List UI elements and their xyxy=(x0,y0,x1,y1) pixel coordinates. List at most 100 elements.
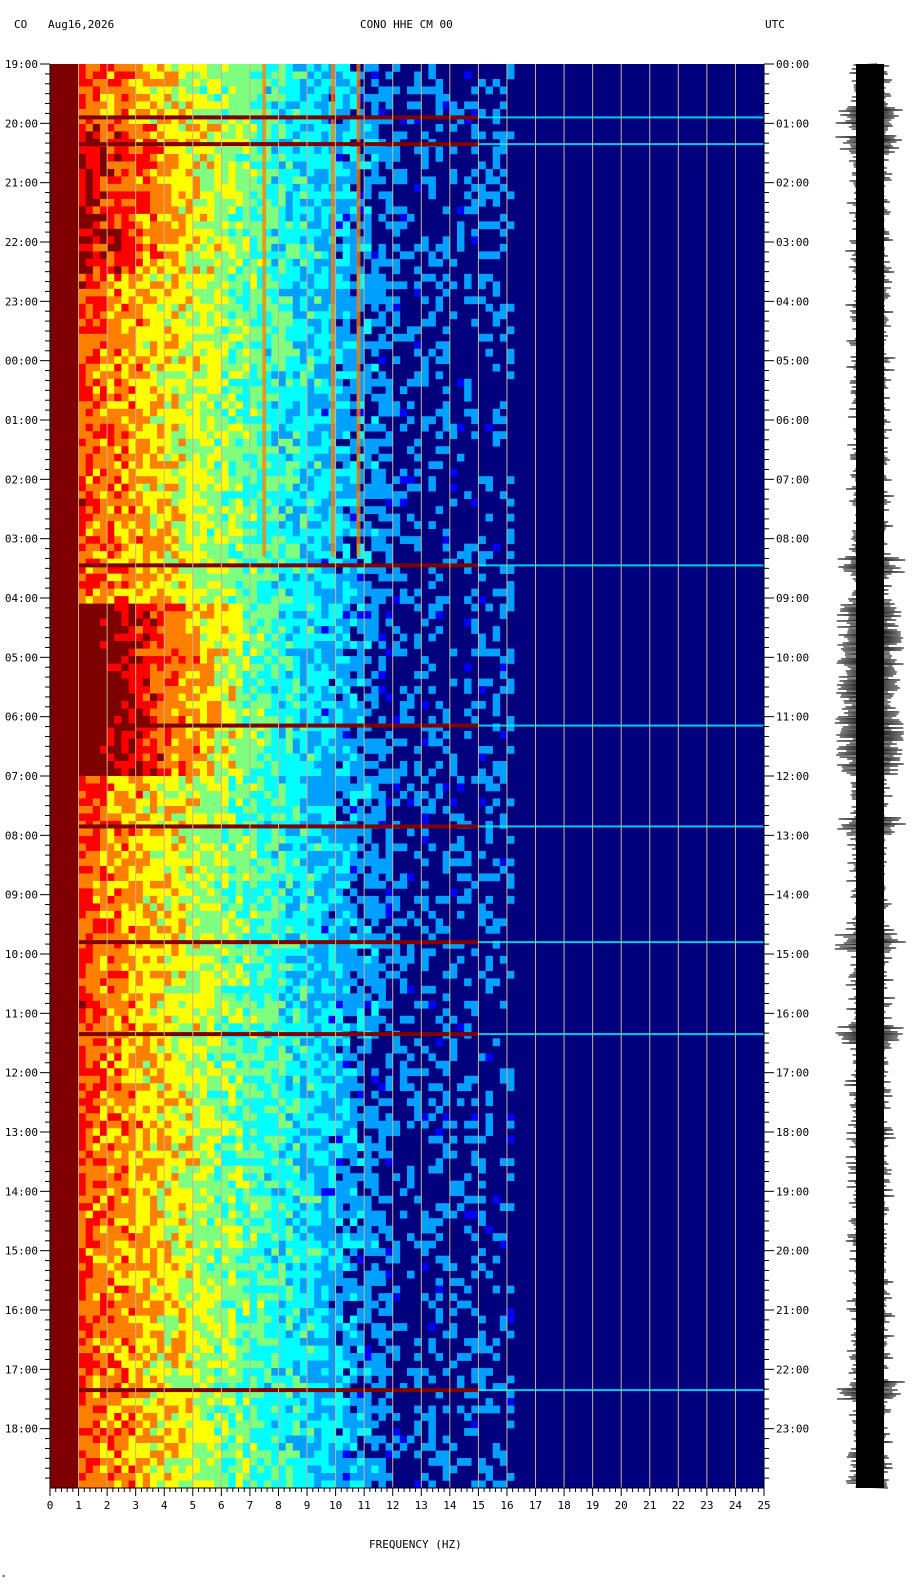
spectrogram-cell xyxy=(192,648,201,657)
spectrogram-cell xyxy=(142,408,151,417)
spectrogram-cell xyxy=(50,701,58,709)
spectrogram-cell xyxy=(342,453,351,462)
spectrogram-cell xyxy=(314,416,322,425)
spectrogram-cell xyxy=(99,371,108,380)
spectrogram-cell xyxy=(92,341,101,350)
spectrogram-cell xyxy=(135,251,144,260)
spectrogram-cell xyxy=(199,491,208,499)
spectrogram-cell xyxy=(171,378,179,387)
spectrogram-cell xyxy=(185,446,194,455)
spectrogram-cell xyxy=(492,701,501,709)
spectrogram-cell xyxy=(235,798,244,807)
spectrogram-cell xyxy=(171,131,179,140)
spectrogram-cell xyxy=(92,386,101,395)
spectrogram-cell xyxy=(292,498,301,507)
spectrogram-cell xyxy=(64,206,72,215)
spectrogram-cell xyxy=(199,123,208,132)
spectrogram-cell xyxy=(449,281,458,290)
spectrogram-cell xyxy=(214,401,222,410)
spectrogram-cell xyxy=(142,596,151,604)
spectrogram-cell xyxy=(314,506,322,514)
spectrogram-cell xyxy=(314,408,322,417)
spectrogram-cell xyxy=(307,761,315,769)
spectrogram-cell xyxy=(378,663,386,672)
spectrogram-cell xyxy=(107,596,115,604)
spectrogram-cell xyxy=(85,686,94,694)
spectrogram-cell xyxy=(342,716,351,724)
spectrogram-cell xyxy=(399,221,408,230)
spectrogram-cell xyxy=(271,768,279,777)
spectrogram-cell xyxy=(107,783,115,792)
spectrogram-cell xyxy=(57,311,65,320)
spectrogram-cell xyxy=(128,776,136,784)
spectrogram-cell xyxy=(192,498,201,507)
spectrogram-cell xyxy=(207,251,215,260)
spectrogram-cell xyxy=(85,708,94,717)
spectrogram-cell xyxy=(149,476,158,484)
spectrogram-cell xyxy=(435,506,443,514)
spectrogram-cell xyxy=(264,701,272,709)
spectrogram-cell xyxy=(478,798,486,807)
spectrogram-cell xyxy=(135,71,144,80)
spectrogram-cell xyxy=(228,446,236,455)
spectrogram-cell xyxy=(278,333,286,342)
spectrogram-cell xyxy=(249,686,258,694)
spectrogram-cell xyxy=(57,626,65,634)
spectrogram-cell xyxy=(99,401,108,410)
spectrogram-cell xyxy=(278,296,286,305)
spectrogram-cell xyxy=(242,378,251,387)
spectrogram-cell xyxy=(85,641,94,649)
spectrogram-cell xyxy=(114,506,122,514)
spectrogram-cell xyxy=(214,386,222,395)
spectrogram-cell xyxy=(314,790,322,799)
spectrogram-cell xyxy=(492,648,501,657)
spectrogram-cell xyxy=(471,588,479,597)
spectrogram-cell xyxy=(199,101,208,110)
spectrogram-cell xyxy=(314,573,322,582)
spectrogram-cell xyxy=(99,146,108,155)
spectrogram-cell xyxy=(228,213,236,222)
spectrogram-cell xyxy=(271,461,279,470)
spectrogram-cell xyxy=(371,273,379,282)
spectrogram-cell xyxy=(235,768,244,777)
spectrogram-cell xyxy=(128,641,136,649)
spectrogram-cell xyxy=(99,581,108,589)
spectrogram-cell xyxy=(371,281,379,290)
spectrogram-cell xyxy=(199,611,208,619)
spectrogram-cell xyxy=(178,468,186,477)
spectrogram-cell xyxy=(107,363,115,372)
spectrogram-cell xyxy=(292,296,301,305)
spectrogram-cell xyxy=(307,176,315,185)
spectrogram-cell xyxy=(207,423,215,432)
spectrogram-cell xyxy=(321,513,329,522)
spectrogram-cell xyxy=(321,363,329,372)
spectrogram-cell xyxy=(349,123,358,132)
spectrogram-cell xyxy=(214,243,222,252)
spectrogram-cell xyxy=(292,236,301,245)
spectrogram-cell xyxy=(157,296,165,305)
spectrogram-cell xyxy=(299,378,308,387)
spectrogram-cell xyxy=(71,483,79,492)
spectrogram-cell xyxy=(128,131,136,140)
spectrogram-cell xyxy=(99,153,108,162)
spectrogram-cell xyxy=(378,633,386,642)
spectrogram-cell xyxy=(185,161,194,170)
spectrogram-cell xyxy=(485,476,493,484)
spectrogram-cell xyxy=(364,123,372,132)
spectrogram-cell xyxy=(214,618,222,627)
spectrogram-cell xyxy=(335,393,344,402)
spectrogram-cell xyxy=(357,648,365,657)
spectrogram-cell xyxy=(235,461,244,470)
spectrogram-cell xyxy=(164,513,172,522)
spectrogram-cell xyxy=(207,528,215,537)
spectrogram-cell xyxy=(92,146,101,155)
spectrogram-cell xyxy=(264,783,272,792)
spectrogram-cell xyxy=(299,761,308,769)
spectrogram-cell xyxy=(78,581,86,589)
spectrogram-cell xyxy=(92,168,101,177)
spectrogram-cell xyxy=(278,423,286,432)
spectrogram-cell xyxy=(157,491,165,499)
spectrogram-cell xyxy=(242,221,251,230)
spectrogram-cell xyxy=(221,701,229,709)
spectrogram-cell xyxy=(71,386,79,395)
